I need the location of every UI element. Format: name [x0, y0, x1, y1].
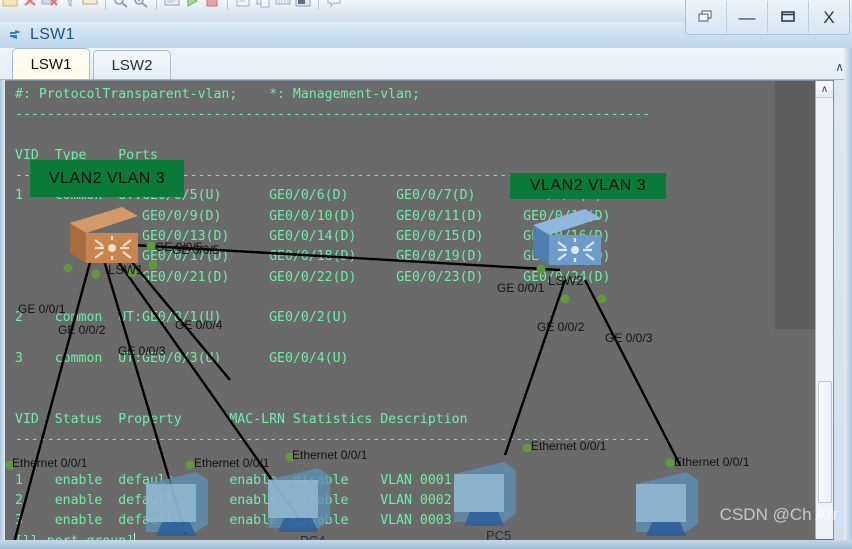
comment-icon[interactable] — [324, 0, 344, 12]
terminal-scroll-up-icon[interactable]: ∧ — [816, 81, 833, 98]
note-icon[interactable] — [233, 0, 253, 12]
terminal-line: 3 common UT:GE0/0/3(U) GE0/0/4(U) — [15, 350, 349, 366]
terminal-line: ----------------------------------------… — [15, 107, 651, 123]
terminal-line: #: ProtocolTransparent-vlan; *: Manageme… — [15, 87, 420, 102]
terminal-line: GE0/0/9(D) GE0/0/10(D) GE0/0/11(D) GE0/0… — [15, 208, 611, 224]
window-bottom-edge — [0, 540, 852, 549]
capture-icon[interactable] — [293, 0, 313, 12]
minimize-glyph: — — [738, 7, 756, 27]
window-left-edge — [0, 80, 5, 549]
terminal-line: GE0/0/17(D) GE0/0/18(D) GE0/0/19(D) GE0/… — [15, 249, 611, 265]
text-box-icon[interactable] — [162, 0, 182, 12]
remove-device-icon[interactable] — [40, 0, 60, 12]
restore-down-button[interactable] — [686, 1, 726, 33]
delete-red-x-icon[interactable] — [20, 0, 40, 12]
tab-strip: LSW1 LSW2 ∧ — [0, 48, 852, 80]
emulator-window: LSW1 — X LSW1 LSW2 ∧ #: ProtocolTranspar… — [0, 0, 852, 549]
window-title: LSW1 — [30, 26, 75, 43]
tab-lsw2[interactable]: LSW2 — [93, 50, 171, 79]
terminal-line: GE0/0/21(D) GE0/0/22(D) GE0/0/23(D) GE0/… — [15, 269, 611, 285]
stop-red-icon[interactable] — [202, 0, 222, 12]
tab-lsw1-label: LSW1 — [30, 55, 72, 73]
csdn-watermark: CSDN @Ch Arr — [719, 505, 838, 524]
switch-app-icon — [8, 27, 24, 43]
terminal-line: 1 enable default enable disable VLAN 000… — [15, 472, 452, 488]
toolbar-separator — [156, 0, 157, 10]
play-green-icon[interactable] — [182, 0, 202, 12]
rectangle-icon[interactable] — [80, 0, 100, 12]
grid-icon[interactable] — [273, 0, 293, 12]
terminal-line: VID Type Ports — [15, 147, 158, 163]
terminal-output: #: ProtocolTransparent-vlan; *: Manageme… — [15, 85, 811, 541]
window-controls: — X — [685, 0, 850, 35]
tab-scroll-up-icon[interactable]: ∧ — [835, 60, 844, 74]
terminal-line: ----------------------------------------… — [15, 432, 651, 448]
minimize-button[interactable]: — — [726, 1, 767, 33]
terminal-line: GE0/0/13(D) GE0/0/14(D) GE0/0/15(D) GE0/… — [15, 229, 611, 245]
terminal-line: 2 common UT:GE0/0/1(U) GE0/0/2(U) — [15, 310, 349, 326]
window-right-edge — [844, 48, 852, 549]
maximize-button[interactable] — [767, 1, 808, 33]
terminal-scroll-thumb[interactable] — [818, 381, 832, 503]
folder-icon[interactable] — [0, 0, 20, 12]
toolbar-separator — [105, 0, 106, 10]
terminal-line: ----------------------------------------… — [15, 168, 651, 184]
terminal-panel[interactable]: #: ProtocolTransparent-vlan; *: Manageme… — [4, 80, 834, 542]
toolbar-separator — [227, 0, 228, 10]
terminal-line: 1 common UT:GE0/0/5(U) GE0/0/6(D) GE0/0/… — [15, 188, 603, 204]
terminal-line: VID Status Property MAC-LRN Statistics D… — [15, 411, 468, 427]
copy-icon[interactable] — [253, 0, 273, 12]
toolbar-separator — [318, 0, 319, 10]
terminal-line: 3 enable default enable disable VLAN 000… — [15, 513, 452, 529]
terminal-line: 2 enable default enable disable VLAN 000… — [15, 492, 452, 508]
close-button[interactable]: X — [808, 1, 849, 33]
close-glyph: X — [823, 7, 835, 27]
zoom-out-icon[interactable] — [111, 0, 131, 12]
pin-icon[interactable] — [60, 0, 80, 12]
tab-lsw1[interactable]: LSW1 — [12, 48, 90, 79]
zoom-in-icon[interactable] — [131, 0, 151, 12]
terminal-scrollbar[interactable]: ∧ — [815, 81, 833, 539]
tab-lsw2-label: LSW2 — [111, 56, 153, 74]
